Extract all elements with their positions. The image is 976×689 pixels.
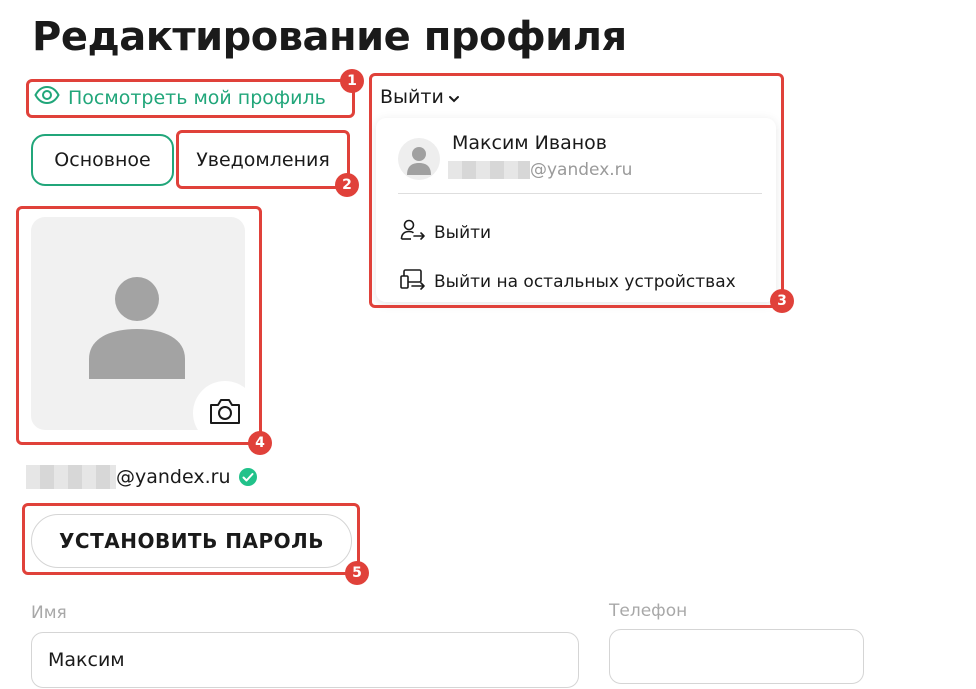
account-email-domain: @yandex.ru — [116, 466, 231, 488]
annotation-box-2 — [176, 130, 350, 189]
name-label: Имя — [31, 603, 67, 623]
annotation-box-1 — [26, 79, 355, 118]
tab-main[interactable]: Основное — [31, 134, 174, 186]
annotation-box-4 — [16, 206, 262, 445]
annotation-badge-2: 2 — [335, 173, 359, 197]
annotation-badge-1: 1 — [340, 69, 364, 93]
annotation-badge-3: 3 — [770, 289, 794, 313]
annotation-badge-5: 5 — [345, 561, 369, 585]
annotation-box-3 — [369, 73, 784, 308]
page-title: Редактирование профиля — [32, 14, 627, 60]
name-input[interactable] — [31, 632, 579, 688]
phone-input[interactable] — [609, 629, 864, 684]
redacted-email-prefix — [26, 465, 116, 489]
account-email: @yandex.ru — [26, 465, 258, 489]
tab-main-label: Основное — [54, 149, 151, 171]
phone-label: Телефон — [609, 601, 688, 621]
check-circle-icon — [238, 467, 258, 487]
annotation-box-5 — [22, 503, 360, 575]
annotation-badge-4: 4 — [248, 431, 272, 455]
